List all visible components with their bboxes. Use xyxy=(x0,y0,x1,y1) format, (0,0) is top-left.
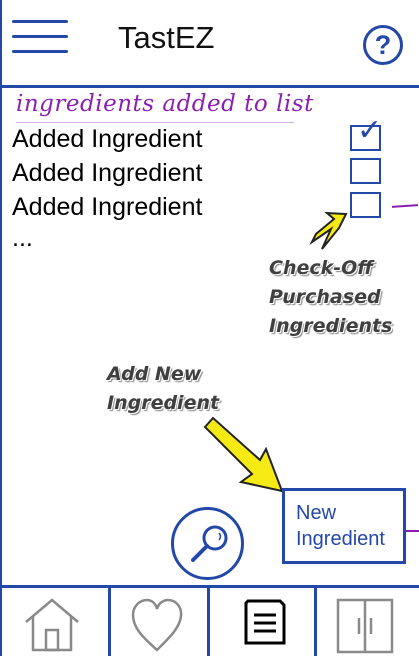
annotation-line: Add New xyxy=(107,363,202,385)
annotation-line: Ingredients xyxy=(269,315,393,337)
tab-pantry[interactable] xyxy=(317,588,419,656)
tab-shopping-list[interactable] xyxy=(210,588,317,656)
app-title: TastEZ xyxy=(118,20,215,55)
more-items-indicator: ... xyxy=(12,224,33,252)
document-icon xyxy=(244,599,286,645)
handwritten-list-heading: ingredients added to list xyxy=(16,91,314,117)
hamburger-menu-icon[interactable] xyxy=(12,18,68,56)
bottom-tab-bar xyxy=(0,585,419,656)
arrow-to-checkboxes xyxy=(309,211,348,250)
new-ingredient-label-line2: Ingredient xyxy=(296,528,385,550)
fridge-icon xyxy=(336,598,394,654)
purchased-checkbox[interactable]: ✓ xyxy=(350,116,382,151)
add-ingredient-annotation: Add New Ingredient xyxy=(107,360,247,418)
list-item: Added Ingredient xyxy=(12,159,203,187)
new-ingredient-button[interactable]: New Ingredient xyxy=(282,488,406,564)
list-item: Added Ingredient xyxy=(12,125,203,153)
ingredient-list: Added Ingredient Added Ingredient Added … xyxy=(12,122,252,224)
list-item: Added Ingredient xyxy=(12,193,203,221)
app-header: TastEZ ? xyxy=(0,0,419,88)
checkoff-annotation: Check-Off Purchased Ingredients xyxy=(269,254,414,341)
home-icon xyxy=(25,598,79,652)
checkmark-icon: ✓ xyxy=(357,113,383,148)
annotation-line: Purchased xyxy=(269,286,381,308)
header-divider xyxy=(0,85,419,88)
purchased-checkbox[interactable] xyxy=(350,158,381,184)
help-icon[interactable]: ? xyxy=(363,25,403,65)
handwritten-connector xyxy=(391,204,419,208)
search-button[interactable] xyxy=(171,507,244,580)
arrow-to-new-ingredient xyxy=(203,416,284,493)
tab-home[interactable] xyxy=(0,588,111,656)
annotation-line: Check-Off xyxy=(269,257,374,279)
tab-favorites[interactable] xyxy=(111,588,210,656)
heart-icon xyxy=(131,598,183,652)
search-icon xyxy=(191,525,228,562)
handwritten-connector xyxy=(405,530,419,532)
left-border xyxy=(0,0,2,656)
purchased-checkbox[interactable] xyxy=(350,192,381,218)
new-ingredient-label-line1: New xyxy=(296,502,337,524)
annotation-line: Ingredient xyxy=(107,392,220,414)
